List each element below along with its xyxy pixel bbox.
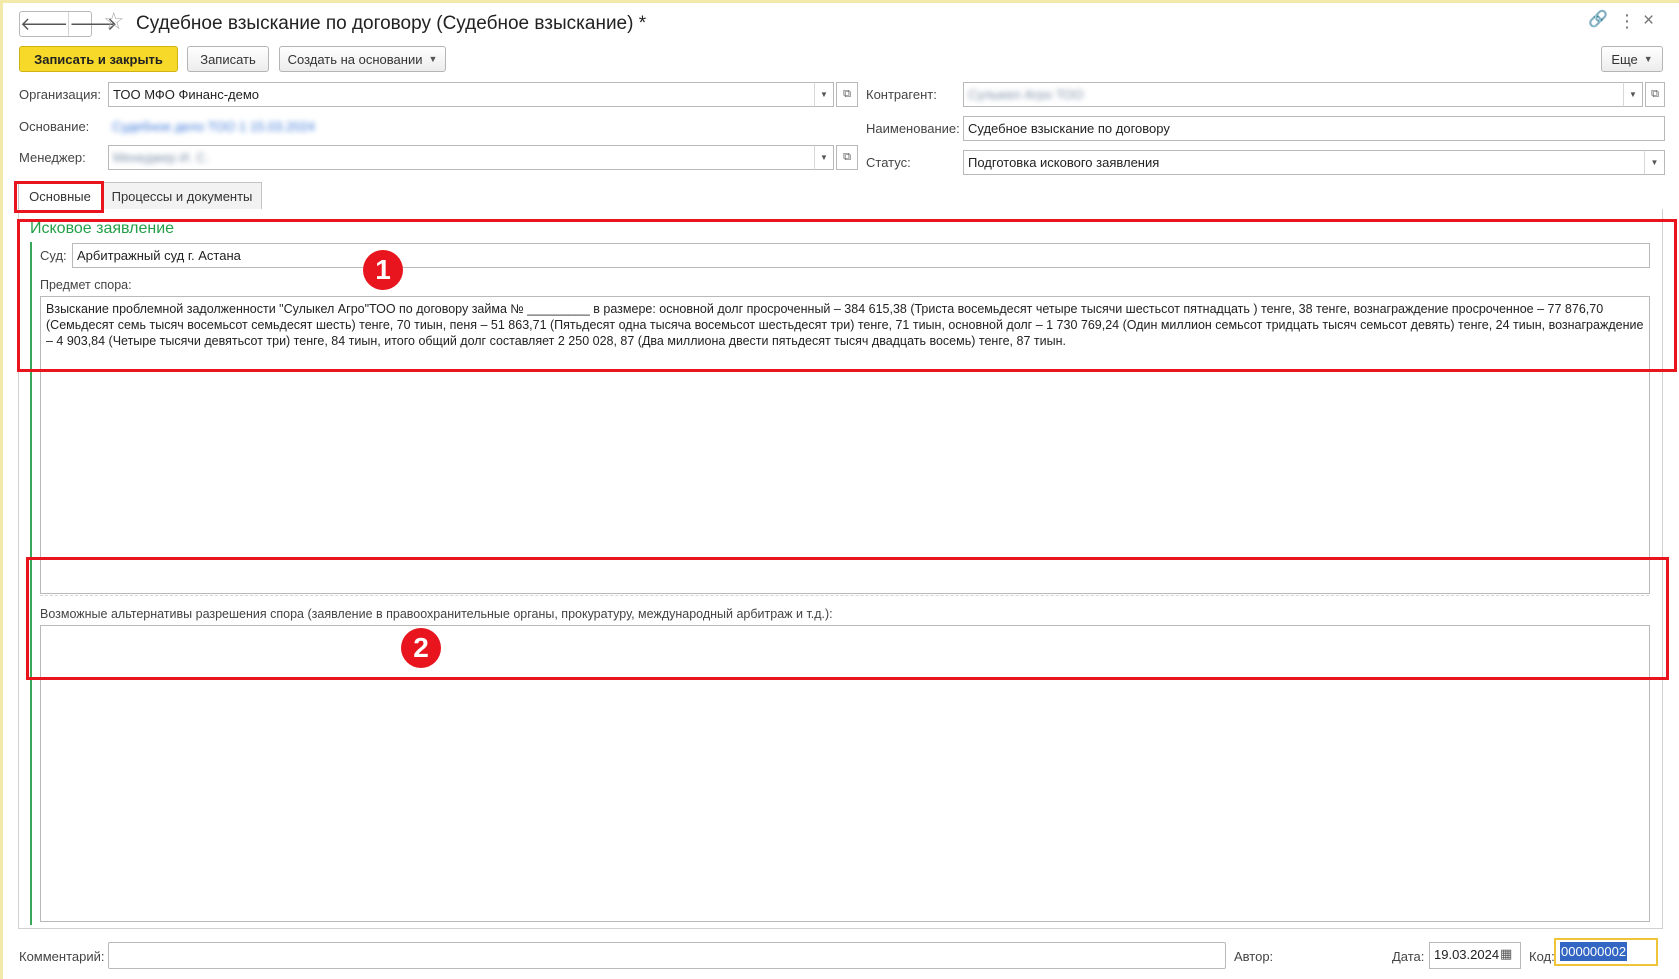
counterparty-dropdown-icon[interactable]: ▼: [1623, 82, 1643, 107]
back-arrow-icon[interactable]: 🡐: [20, 12, 68, 36]
manager-label: Менеджер:: [19, 150, 86, 165]
save-and-close-button[interactable]: Записать и закрыть: [19, 46, 178, 72]
more-button-label: Еще: [1611, 51, 1638, 67]
author-label: Автор:: [1234, 949, 1274, 964]
window-edge-top: [0, 0, 1679, 3]
counterparty-label: Контрагент:: [866, 87, 937, 102]
counterparty-field[interactable]: Сулыкел Агро ТОО: [963, 82, 1624, 107]
highlight-box-2: [26, 557, 1669, 680]
counterparty-open-icon[interactable]: ⧉: [1645, 82, 1665, 107]
create-based-on-label: Создать на основании: [287, 51, 423, 67]
date-label: Дата:: [1392, 949, 1425, 964]
tab-processes-documents[interactable]: Процессы и документы: [102, 182, 262, 210]
code-value: 000000002: [1560, 942, 1628, 961]
annotation-badge-1: 1: [363, 250, 403, 290]
name-field[interactable]: Судебное взыскание по договору: [963, 116, 1665, 141]
code-field[interactable]: 000000002: [1554, 938, 1658, 966]
counterparty-value: Сулыкел Агро ТОО: [968, 87, 1084, 102]
organization-dropdown-icon[interactable]: ▼: [814, 82, 834, 107]
code-label: Код:: [1529, 949, 1555, 964]
link-icon[interactable]: 🔗: [1588, 12, 1608, 28]
manager-value: Менеджер И. С.: [113, 150, 210, 165]
close-icon[interactable]: ×: [1643, 11, 1654, 30]
chevron-down-icon: ▼: [1643, 54, 1653, 64]
status-field[interactable]: Подготовка искового заявления: [963, 150, 1645, 175]
calendar-icon[interactable]: ▦: [1500, 946, 1512, 962]
basis-label: Основание:: [19, 119, 90, 134]
comment-field[interactable]: [108, 942, 1226, 969]
status-dropdown-icon[interactable]: ▼: [1644, 150, 1665, 175]
more-button[interactable]: Еще ▼: [1601, 46, 1663, 72]
annotation-badge-2: 2: [401, 628, 441, 668]
comment-label: Комментарий:: [19, 949, 105, 964]
organization-field[interactable]: ТОО МФО Финанс-демо: [108, 82, 815, 107]
window-edge-left: [0, 0, 3, 979]
chevron-down-icon: ▼: [428, 54, 438, 64]
status-label: Статус:: [866, 155, 911, 170]
create-based-on-button[interactable]: Создать на основании ▼: [279, 46, 446, 72]
organization-label: Организация:: [19, 87, 102, 102]
basis-link[interactable]: Судебное дело ТОО 1 15.03.2024: [112, 119, 315, 134]
date-value: 19.03.2024: [1434, 947, 1500, 962]
highlight-box-1: [17, 219, 1677, 372]
navigation-buttons: 🡐 🡒: [19, 11, 118, 37]
page-title: Судебное взыскание по договору (Судебное…: [136, 13, 647, 34]
highlight-tab-box: [14, 181, 104, 213]
name-label: Наименование:: [866, 121, 960, 136]
manager-dropdown-icon[interactable]: ▼: [814, 145, 834, 170]
favorite-star-icon[interactable]: ☆: [103, 10, 125, 34]
manager-open-icon[interactable]: ⧉: [836, 145, 858, 170]
organization-open-icon[interactable]: ⧉: [836, 82, 858, 107]
manager-field[interactable]: Менеджер И. С.: [108, 145, 815, 170]
save-button[interactable]: Записать: [187, 46, 269, 72]
more-actions-icon[interactable]: ⋮: [1618, 12, 1636, 30]
